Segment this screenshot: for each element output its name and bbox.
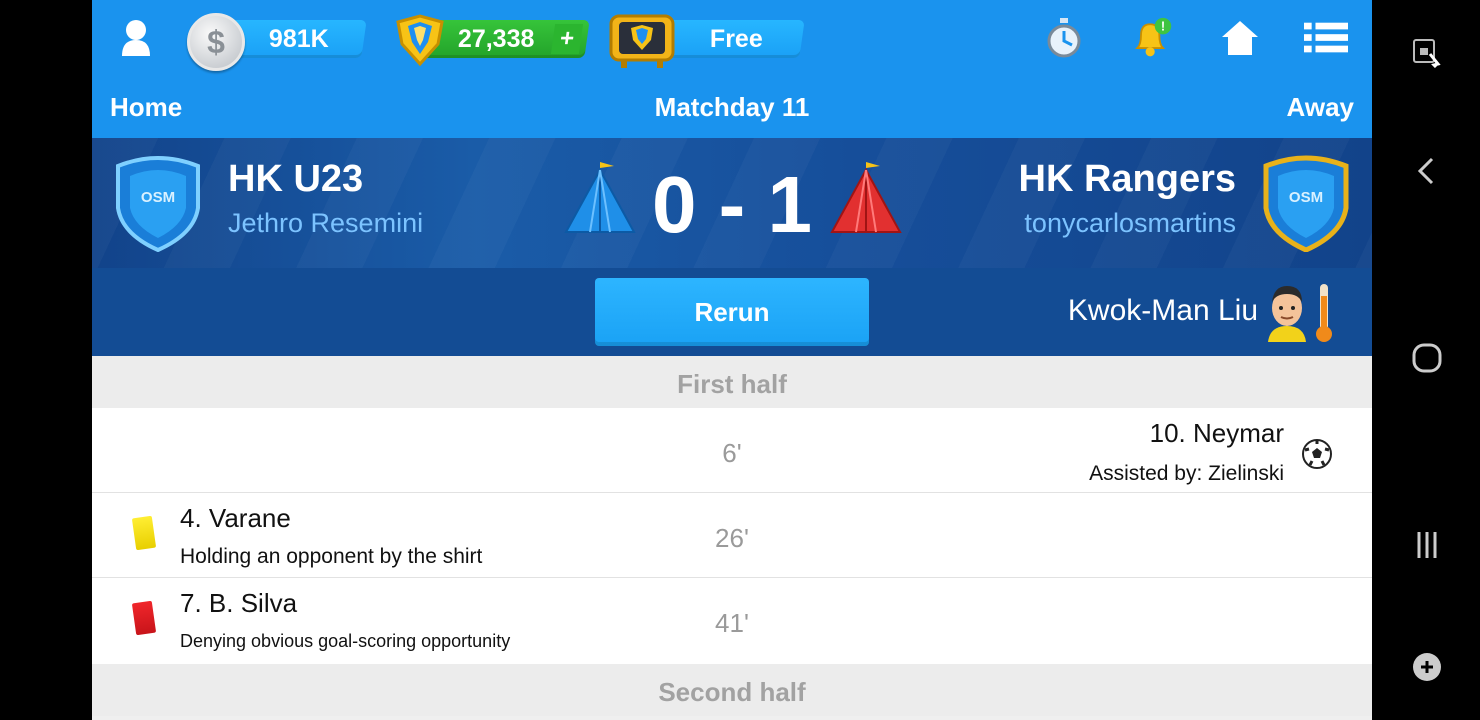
- matchday-title: Matchday 11: [654, 92, 810, 122]
- rerun-button[interactable]: Rerun: [595, 278, 869, 346]
- home-crest-text: OSM: [141, 189, 175, 206]
- away-team-name[interactable]: HK Rangers: [1019, 158, 1237, 201]
- referee-avatar[interactable]: [1264, 282, 1310, 342]
- game-tools-icon[interactable]: [1412, 652, 1442, 682]
- timeline-event-yellow-card[interactable]: 4. Varane Holding an opponent by the shi…: [92, 493, 1372, 578]
- back-icon[interactable]: [1412, 156, 1442, 186]
- notification-badge: !: [1161, 19, 1165, 34]
- recents-icon[interactable]: [1412, 530, 1442, 560]
- home-team-name[interactable]: HK U23: [228, 158, 363, 201]
- referee-name: Kwok-Man Liu: [1067, 294, 1258, 327]
- home-icon[interactable]: [1218, 16, 1262, 60]
- tv-icon: [609, 14, 675, 68]
- user-icon[interactable]: [114, 16, 158, 60]
- bell-notification-icon[interactable]: !: [1130, 16, 1174, 60]
- home-team-crest-icon[interactable]: OSM: [110, 152, 206, 252]
- thermometer-icon: [1316, 284, 1332, 342]
- timeline-event-red-card[interactable]: 7. B. Silva Denying obvious goal-scoring…: [92, 578, 1372, 665]
- soccer-ball-icon: [1302, 439, 1332, 469]
- gems-value: 27,338: [458, 24, 535, 53]
- event-minute: 41': [715, 608, 749, 638]
- away-team-crest-icon[interactable]: OSM: [1258, 152, 1354, 252]
- away-crest-text: OSM: [1289, 189, 1323, 206]
- away-tent-icon: [830, 162, 902, 233]
- top-bar: $ 981K 27,338 + Free !: [92, 0, 1372, 78]
- first-half-header: First half: [92, 356, 1372, 408]
- match-header: Home Matchday 11 Away: [92, 78, 1372, 138]
- timeline-event-goal[interactable]: 10. Neymar Assisted by: Zielinski 6': [92, 408, 1372, 493]
- event-minute: 6': [722, 438, 742, 468]
- gem-icon: [396, 14, 444, 67]
- match-report-screen: $ 981K 27,338 + Free ! Home Matchday 11 …: [92, 0, 1372, 720]
- home-circle-icon[interactable]: [1412, 343, 1442, 373]
- second-half-header: Second half: [92, 664, 1372, 716]
- home-tent-icon: [564, 162, 636, 233]
- score-panel: OSM HK U23 Jethro Resemini 0 - 1 HK Rang…: [92, 138, 1372, 268]
- system-navigation-bar: [1372, 0, 1480, 720]
- rerun-row: Rerun Kwok-Man Liu: [92, 268, 1372, 356]
- screen-lock-icon[interactable]: [1412, 38, 1442, 68]
- match-score: 0 - 1: [651, 160, 813, 249]
- event-minute: 26': [715, 523, 749, 553]
- stopwatch-icon[interactable]: [1042, 16, 1086, 60]
- away-manager-name[interactable]: tonycarlosmartins: [1024, 208, 1236, 239]
- menu-list-icon[interactable]: [1304, 16, 1348, 60]
- away-label: Away: [1286, 92, 1354, 122]
- coins-value: 981K: [269, 24, 329, 53]
- silver-coin-icon: $: [187, 13, 245, 71]
- buy-gems-button[interactable]: +: [550, 24, 584, 54]
- home-manager-name[interactable]: Jethro Resemini: [228, 208, 423, 239]
